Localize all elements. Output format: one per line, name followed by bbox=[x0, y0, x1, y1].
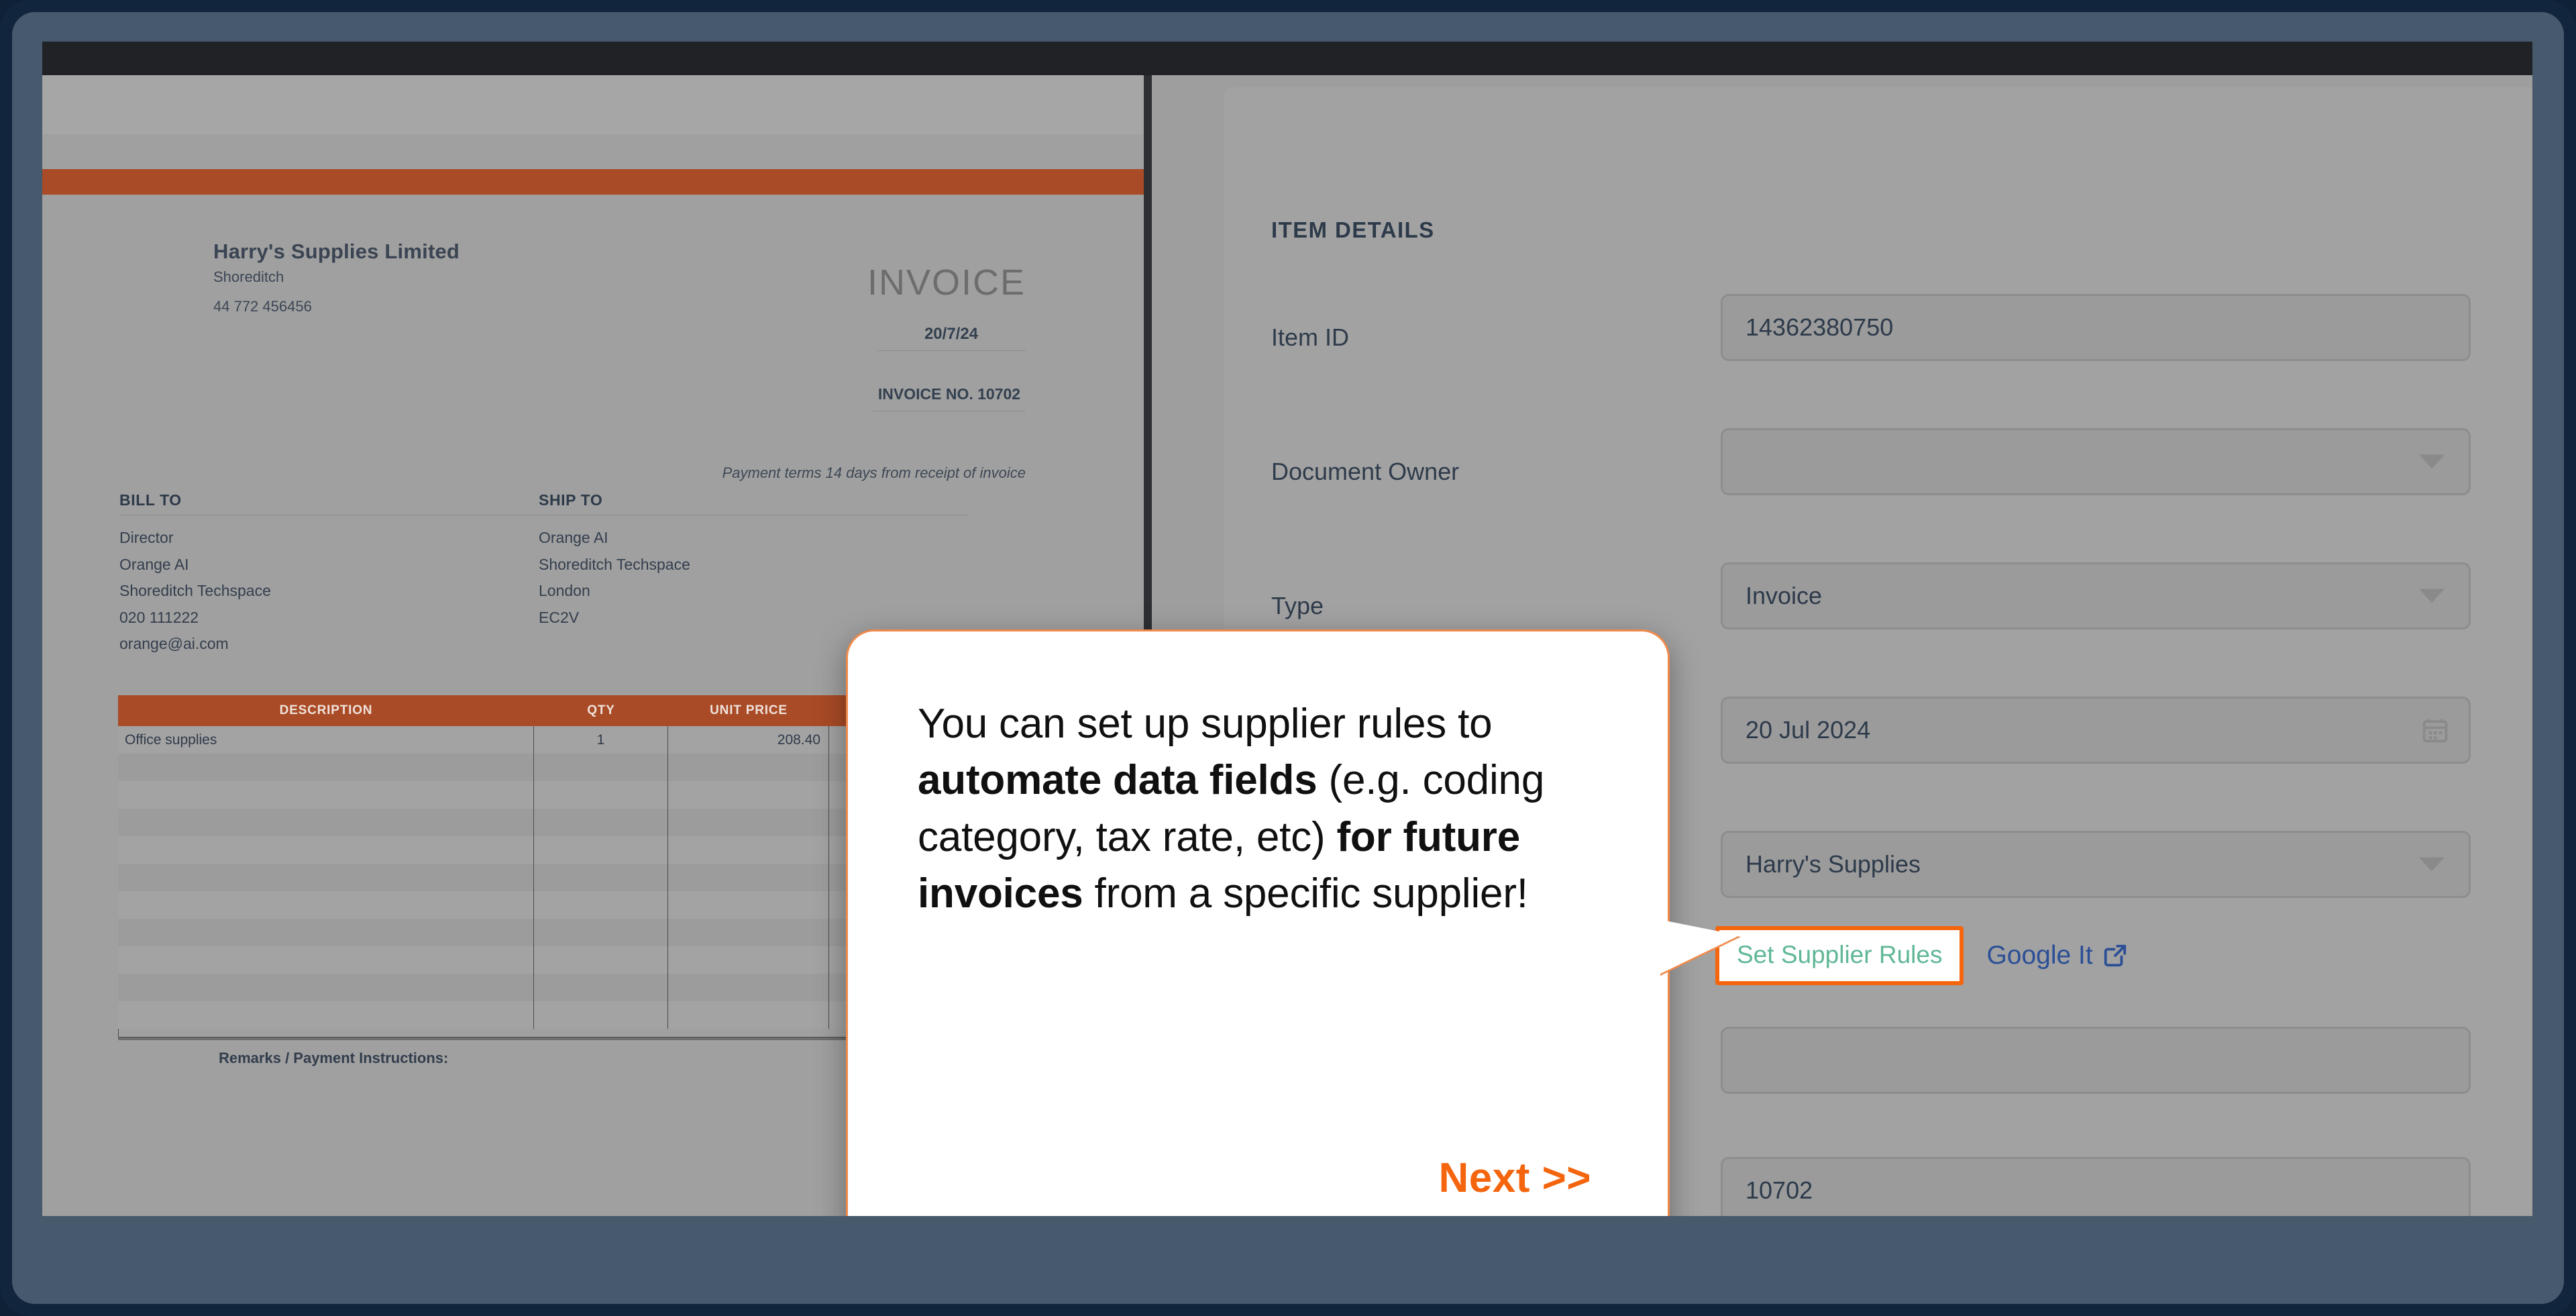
tutorial-tooltip: You can set up supplier rules to automat… bbox=[846, 629, 1670, 1216]
item-id-value: 14362380750 bbox=[1746, 313, 1894, 341]
bill-to-line: Orange AI bbox=[119, 555, 189, 573]
cell-qty bbox=[534, 864, 668, 891]
type-select[interactable]: Invoice bbox=[1721, 562, 2471, 629]
cell-qty bbox=[534, 946, 668, 974]
cell-qty bbox=[534, 919, 668, 946]
label-type: Type bbox=[1271, 592, 1324, 619]
browser-window: Harry's Supplies Limited Shoreditch 44 7… bbox=[0, 0, 2576, 1316]
cell-unit-price bbox=[668, 836, 829, 864]
cell-unit-price bbox=[668, 864, 829, 891]
browser-titlebar bbox=[42, 42, 2532, 75]
cell-unit-price bbox=[668, 946, 829, 974]
bill-to-line: orange@ai.com bbox=[119, 635, 229, 653]
cell-unit-price bbox=[668, 809, 829, 836]
ship-to-line: EC2V bbox=[539, 608, 580, 626]
cell-qty bbox=[534, 809, 668, 836]
set-supplier-rules-button[interactable]: Set Supplier Rules bbox=[1719, 930, 1960, 981]
invoice-company-area: Shoreditch bbox=[213, 268, 284, 285]
supplier-value: Harry's Supplies bbox=[1746, 850, 1921, 878]
ship-to-heading: SHIP TO bbox=[539, 491, 603, 509]
bill-to-heading: BILL TO bbox=[119, 491, 182, 509]
invoice-remarks-heading: Remarks / Payment Instructions: bbox=[219, 1050, 449, 1066]
type-value: Invoice bbox=[1746, 582, 1823, 609]
cell-qty bbox=[534, 1001, 668, 1029]
bill-to-line: 020 111222 bbox=[119, 608, 199, 626]
cell-qty bbox=[534, 974, 668, 1001]
page-title: ITEM DETAILS bbox=[1271, 217, 1435, 242]
column-header-description: DESCRIPTION bbox=[279, 703, 373, 717]
invoice-ship-to-block: SHIP TO Orange AI Shoreditch Techspace L… bbox=[539, 491, 968, 631]
cell-qty bbox=[534, 781, 668, 809]
invoice-number-input[interactable]: 10702 bbox=[1721, 1157, 2471, 1216]
cell-unit-price bbox=[668, 754, 829, 781]
tutorial-bubble-tail bbox=[1659, 919, 1739, 974]
document-date-input[interactable]: 20 Jul 2024 bbox=[1721, 697, 2471, 764]
cell-description: Office supplies bbox=[118, 726, 534, 754]
supplier-select[interactable]: Harry's Supplies bbox=[1721, 831, 2471, 898]
invoice-doc-word: INVOICE bbox=[867, 262, 1026, 303]
google-it-label: Google It bbox=[1986, 941, 2093, 970]
column-header-unit-price: UNIT PRICE bbox=[710, 703, 788, 717]
supplier-actions-row: Set Supplier Rules Google It bbox=[1715, 926, 2128, 985]
ship-to-line: London bbox=[539, 582, 590, 600]
invoice-doc-date: 20/7/24 bbox=[924, 325, 979, 343]
cell-description bbox=[118, 809, 534, 836]
cell-description bbox=[118, 754, 534, 781]
invoice-company-name: Harry's Supplies Limited bbox=[213, 240, 460, 263]
app-viewport: Harry's Supplies Limited Shoreditch 44 7… bbox=[42, 75, 2532, 1216]
cell-description bbox=[118, 974, 534, 1001]
invoice-accent-bar bbox=[42, 169, 1144, 195]
invoice-date-underline bbox=[877, 350, 1026, 351]
invoice-company-phone: 44 772 456456 bbox=[213, 298, 312, 315]
cell-unit-price bbox=[668, 974, 829, 1001]
cell-qty bbox=[534, 836, 668, 864]
tutorial-tooltip-text: You can set up supplier rules to automat… bbox=[918, 701, 1545, 917]
cell-unit-price bbox=[668, 781, 829, 809]
chevron-down-icon bbox=[2419, 589, 2445, 603]
item-id-input[interactable]: 14362380750 bbox=[1721, 294, 2471, 361]
set-supplier-rules-highlight: Set Supplier Rules bbox=[1715, 926, 1964, 985]
cell-unit-price bbox=[668, 1001, 829, 1029]
cell-description bbox=[118, 946, 534, 974]
ship-to-line: Orange AI bbox=[539, 529, 608, 546]
cell-description bbox=[118, 864, 534, 891]
cell-qty bbox=[534, 754, 668, 781]
bill-to-line: Director bbox=[119, 529, 174, 546]
cell-description bbox=[118, 1001, 534, 1029]
blank-field-input[interactable] bbox=[1721, 1027, 2471, 1094]
google-it-link[interactable]: Google It bbox=[1986, 941, 2127, 970]
cell-qty bbox=[534, 891, 668, 919]
ship-to-line: Shoreditch Techspace bbox=[539, 555, 690, 573]
chevron-down-icon bbox=[2419, 857, 2445, 872]
invoice-page-top-margin bbox=[42, 75, 1144, 134]
chevron-down-icon bbox=[2419, 454, 2445, 469]
cell-description bbox=[118, 781, 534, 809]
label-document-owner: Document Owner bbox=[1271, 458, 1460, 485]
tutorial-next-button[interactable]: Next >> bbox=[1438, 1154, 1591, 1202]
document-owner-select[interactable] bbox=[1721, 428, 2471, 495]
cell-unit-price bbox=[668, 919, 829, 946]
cell-unit-price bbox=[668, 891, 829, 919]
bill-to-line: Shoreditch Techspace bbox=[119, 582, 271, 600]
cell-description bbox=[118, 919, 534, 946]
cell-unit-price: 208.40 bbox=[668, 726, 829, 754]
document-date-value: 20 Jul 2024 bbox=[1746, 716, 1871, 744]
cell-description bbox=[118, 836, 534, 864]
invoice-payment-terms: Payment terms 14 days from receipt of in… bbox=[722, 464, 1026, 481]
label-item-id: Item ID bbox=[1271, 323, 1350, 351]
external-link-icon bbox=[2102, 943, 2128, 968]
invoice-doc-number: INVOICE NO. 10702 bbox=[877, 385, 1021, 403]
cell-description bbox=[118, 891, 534, 919]
invoice-number-value: 10702 bbox=[1746, 1176, 1813, 1204]
invoice-bill-to-block: BILL TO Director Orange AI Shoreditch Te… bbox=[119, 491, 549, 658]
calendar-icon[interactable] bbox=[2420, 715, 2450, 745]
cell-qty: 1 bbox=[534, 726, 668, 754]
column-header-qty: QTY bbox=[587, 703, 615, 717]
